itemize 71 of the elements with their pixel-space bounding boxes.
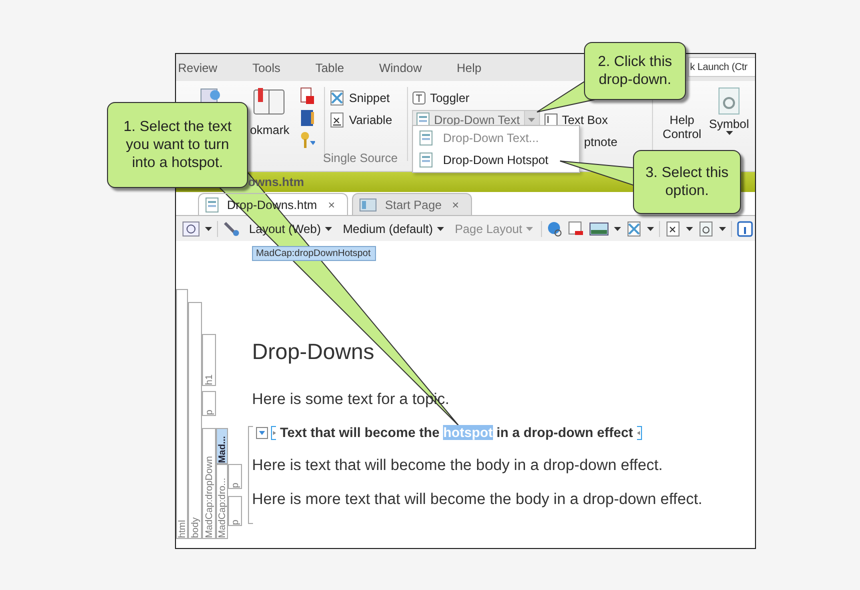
structure-bar[interactable]: Mad... (216, 428, 228, 464)
caret-icon (205, 226, 212, 230)
element-tag: MadCap:dropDownHotspot (252, 246, 376, 261)
info-icon (737, 220, 754, 236)
page-icon (205, 196, 219, 212)
pdf-icon (299, 87, 315, 105)
image-link-icon (568, 220, 584, 236)
toggler-button[interactable]: Toggler (430, 91, 470, 105)
menu-item[interactable]: Table (313, 60, 358, 74)
menu-item[interactable]: Tools (250, 60, 294, 74)
menu-option[interactable]: Drop-Down Hotspot (413, 149, 579, 171)
caret-icon (719, 226, 726, 230)
menu-item[interactable]: Review (176, 60, 230, 74)
hotspot-text: Text that will become the hotspot in a drop-down effect (280, 425, 634, 440)
heading: Drop-Downs (252, 339, 376, 365)
brush-icon (223, 220, 241, 236)
snippet-icon (626, 220, 642, 236)
structure-bar[interactable]: h1 (202, 334, 216, 386)
search-icon (182, 220, 200, 236)
expand-icon (256, 426, 268, 438)
key-icon (299, 131, 315, 149)
document-tab[interactable]: Start Page × (352, 193, 472, 215)
caret-icon (614, 226, 622, 230)
image-icon (589, 222, 610, 236)
variable-icon (665, 220, 682, 236)
marker-icon (271, 426, 277, 440)
caret-icon (686, 226, 694, 230)
help-control-button[interactable]: Help Control (662, 113, 702, 141)
caret-icon (526, 226, 534, 230)
list-icon (419, 130, 433, 146)
book-icon (252, 87, 286, 117)
caret-icon (436, 226, 444, 230)
callout: 3. Select this option. (633, 150, 741, 214)
menu-item[interactable]: Window (377, 60, 435, 74)
book-icon (299, 109, 315, 127)
structure-bar[interactable]: p (228, 464, 242, 489)
structure-bar[interactable]: MadCap:dro... (216, 464, 228, 539)
list-icon (419, 152, 433, 168)
close-icon[interactable]: × (452, 198, 459, 212)
structure-bar[interactable]: body (188, 302, 202, 539)
close-icon[interactable]: × (328, 198, 335, 212)
group-label: Single Source (323, 151, 398, 165)
quick-launch-field[interactable]: k Launch (Ctr (688, 57, 755, 77)
variable-icon (329, 112, 345, 128)
structure-bar[interactable]: p (228, 496, 242, 526)
menu-item[interactable]: Help (454, 60, 494, 74)
structure-bar[interactable]: html (176, 289, 188, 539)
ribbon-label[interactable]: okmark (250, 123, 290, 137)
toggler-icon (412, 91, 426, 105)
symbol-button[interactable]: Symbol (708, 117, 749, 131)
snippet-icon (329, 90, 345, 106)
paragraph: Here is more text that will become the body in a drop-down effect. (252, 491, 704, 509)
globe-icon (547, 220, 564, 236)
text-box-button[interactable]: Text Box (562, 113, 608, 127)
caret-icon (726, 131, 732, 135)
footnote-button[interactable]: ptnote (584, 135, 618, 149)
caret-icon (528, 118, 536, 122)
marker-icon (636, 426, 642, 440)
layout-dropdown[interactable]: Medium (default) (340, 222, 447, 236)
structure-bar[interactable]: p (202, 391, 216, 416)
callout: 2. Click this drop-down. (584, 42, 686, 100)
caret-icon (324, 226, 332, 230)
paragraph: Here is text that will become the body in a drop-down effect. (252, 457, 664, 475)
page-icon (359, 198, 377, 212)
snippet-button[interactable]: Snippet (349, 91, 390, 105)
symbol-icon (718, 87, 740, 115)
variable-button[interactable]: Variable (349, 113, 392, 127)
symbol-icon (698, 220, 714, 236)
structure-bar[interactable]: MadCap:dropDown (202, 428, 216, 539)
callout: 1. Select the text you want to turn into a hotspot. (107, 102, 248, 188)
caret-icon (647, 226, 654, 230)
